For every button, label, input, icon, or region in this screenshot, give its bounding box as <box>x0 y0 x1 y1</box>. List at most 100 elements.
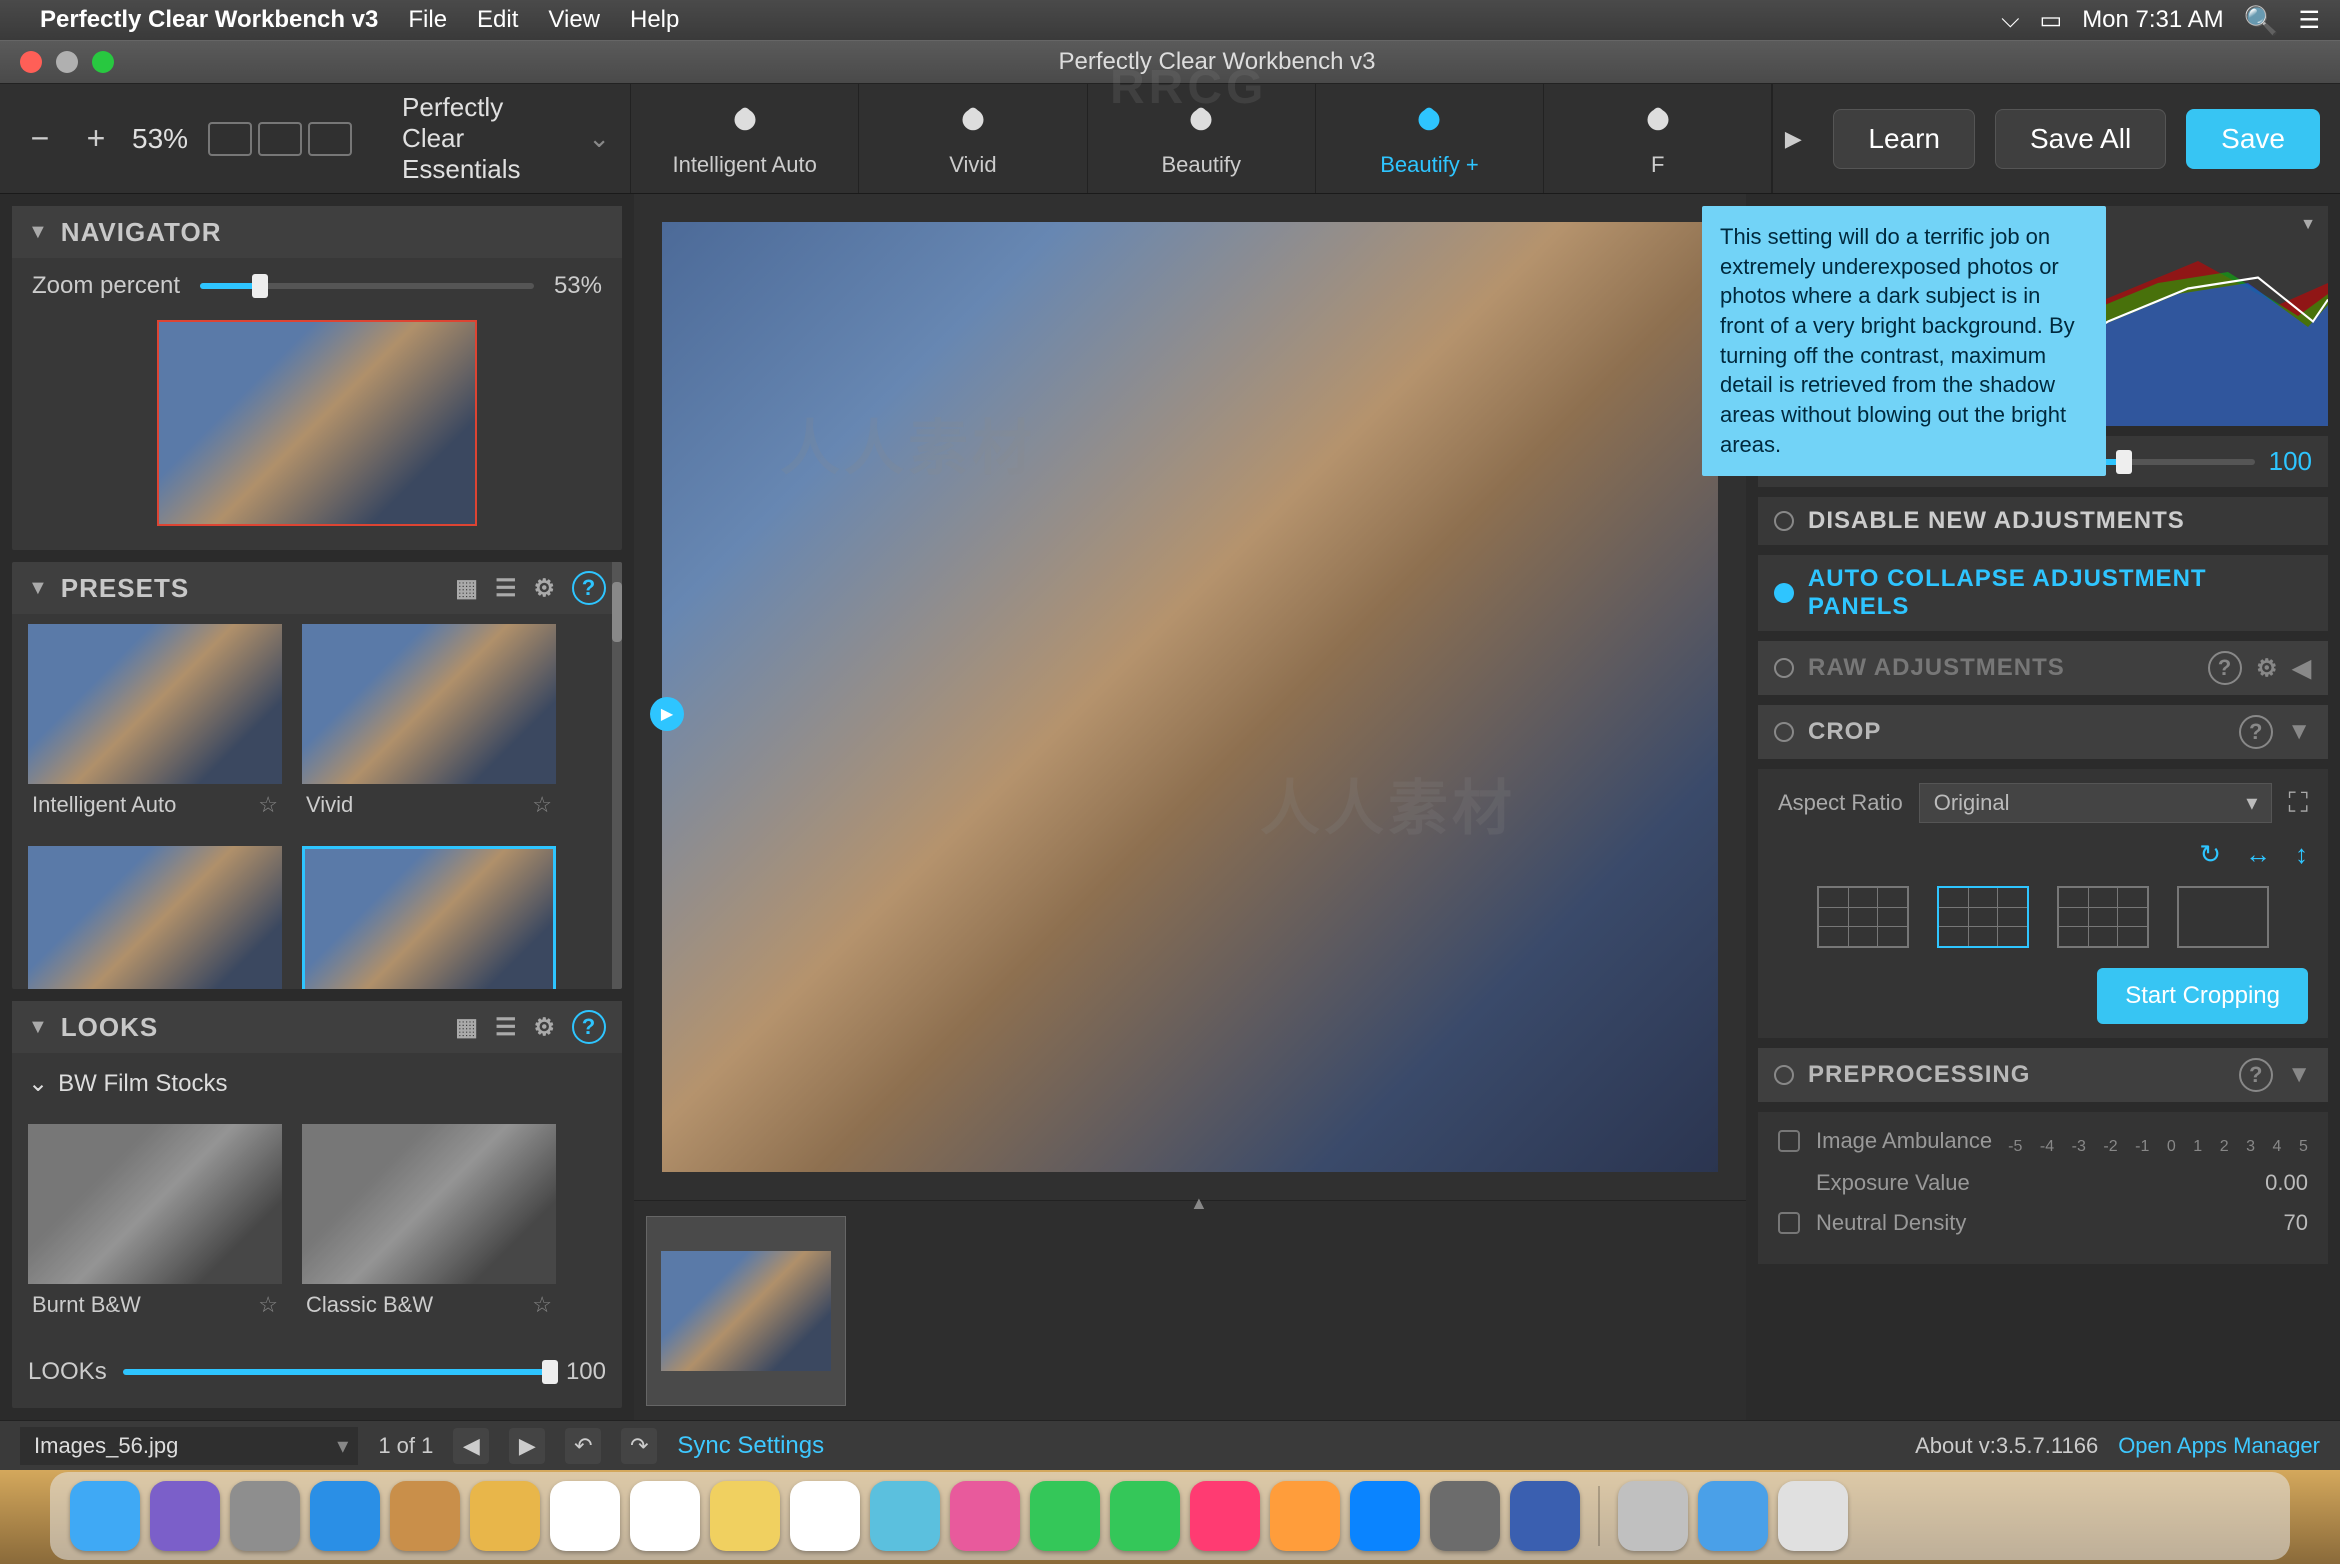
menubar-list-icon[interactable]: ☰ <box>2298 6 2320 35</box>
filmstrip-thumbnail[interactable] <box>646 1216 846 1406</box>
ribbon-preset-3[interactable]: Beautify + <box>1316 84 1544 193</box>
flip-horizontal-icon[interactable]: ↔ <box>2245 839 2271 870</box>
spotlight-icon[interactable]: 🔍 <box>2244 4 2279 37</box>
menu-edit[interactable]: Edit <box>477 6 518 34</box>
gear-icon[interactable]: ⚙ <box>533 574 556 603</box>
dock-app-16[interactable] <box>1350 1481 1420 1551</box>
zoom-slider[interactable] <box>200 283 534 289</box>
help-icon[interactable]: ? <box>572 571 606 605</box>
preset-card-3[interactable]: Beautify +☆ <box>302 846 556 989</box>
dock-app-7[interactable] <box>630 1481 700 1551</box>
dock-app-12[interactable] <box>1030 1481 1100 1551</box>
dock-app-17[interactable] <box>1430 1481 1500 1551</box>
list-view-icon[interactable]: ☰ <box>495 574 518 603</box>
dock-app-14[interactable] <box>1190 1481 1260 1551</box>
navigator-thumbnail[interactable] <box>157 320 477 526</box>
raw-adjustments-header[interactable]: RAW ADJUSTMENTS ?⚙◀ <box>1758 641 2328 695</box>
ribbon-preset-0[interactable]: Intelligent Auto <box>631 84 859 193</box>
grid-view-icon[interactable]: ▦ <box>455 574 479 603</box>
dock-app-8[interactable] <box>710 1481 780 1551</box>
zoom-window-button[interactable] <box>92 51 114 73</box>
close-window-button[interactable] <box>20 51 42 73</box>
dock-app-4[interactable] <box>390 1481 460 1551</box>
menu-help[interactable]: Help <box>630 6 679 34</box>
presets-scrollbar[interactable] <box>612 562 622 989</box>
help-icon[interactable]: ? <box>2239 715 2273 749</box>
dock-app-0[interactable] <box>70 1481 140 1551</box>
save-all-button[interactable]: Save All <box>1995 109 2166 169</box>
checkbox-icon[interactable] <box>1778 1130 1800 1152</box>
crop-frame-icon[interactable]: ⛶ <box>2288 787 2308 820</box>
histogram-collapse-icon[interactable]: ▼ <box>2300 216 2316 234</box>
prev-image-button[interactable]: ◀ <box>453 1428 489 1464</box>
dock-app-18[interactable] <box>1510 1481 1580 1551</box>
before-after-toggle-icon[interactable]: ▶ <box>650 697 684 731</box>
chevron-down-icon[interactable]: ▼ <box>2287 1061 2312 1089</box>
next-image-button[interactable]: ▶ <box>509 1428 545 1464</box>
favorite-star-icon[interactable]: ☆ <box>258 792 278 818</box>
start-cropping-button[interactable]: Start Cropping <box>2097 968 2308 1024</box>
learn-button[interactable]: Learn <box>1833 109 1975 169</box>
main-image-preview[interactable]: ▶ <box>662 222 1718 1172</box>
menu-view[interactable]: View <box>548 6 600 34</box>
menubar-airplay-icon[interactable]: ▭ <box>2040 6 2063 35</box>
zoom-in-button[interactable]: + <box>76 119 116 159</box>
preset-group-dropdown[interactable]: Perfectly Clear Essentials ⌄ <box>402 92 610 185</box>
ribbon-preset-2[interactable]: Beautify <box>1088 84 1316 193</box>
grid-view-icon[interactable]: ▦ <box>455 1013 479 1042</box>
look-card-0[interactable]: Burnt B&W☆ <box>28 1124 282 1326</box>
ribbon-preset-4[interactable]: F <box>1544 84 1772 193</box>
filmstrip-collapse-icon[interactable]: ▲ <box>1190 1193 1208 1214</box>
disable-adjustments-row[interactable]: DISABLE NEW ADJUSTMENTS <box>1758 497 2328 545</box>
menubar-clock[interactable]: Mon 7:31 AM <box>2082 6 2223 34</box>
dock-app-10[interactable] <box>870 1481 940 1551</box>
preset-card-1[interactable]: Vivid☆ <box>302 624 556 826</box>
auto-collapse-row[interactable]: AUTO COLLAPSE ADJUSTMENT PANELS <box>1758 555 2328 631</box>
presets-header[interactable]: ▼ PRESETS ▦ ☰ ⚙ ? <box>12 562 622 614</box>
crop-grid-option-2[interactable] <box>1937 886 2029 948</box>
menubar-cursor-icon[interactable]: ⌵ <box>2001 6 2019 34</box>
favorite-star-icon[interactable]: ☆ <box>532 792 552 818</box>
crop-header[interactable]: CROP ?▼ <box>1758 705 2328 759</box>
gear-icon[interactable]: ⚙ <box>2256 654 2279 683</box>
collapse-left-icon[interactable]: ◀ <box>2293 654 2312 683</box>
dock-app-9[interactable] <box>790 1481 860 1551</box>
help-icon[interactable]: ? <box>2208 651 2242 685</box>
looks-header[interactable]: ▼ LOOKS ▦ ☰ ⚙ ? <box>12 1001 622 1053</box>
menubar-appname[interactable]: Perfectly Clear Workbench v3 <box>40 6 378 34</box>
save-button[interactable]: Save <box>2186 109 2320 169</box>
crop-grid-option-3[interactable] <box>2057 886 2149 948</box>
redo-button[interactable]: ↷ <box>621 1428 657 1464</box>
help-icon[interactable]: ? <box>572 1010 606 1044</box>
dock-app-2[interactable] <box>230 1481 300 1551</box>
preprocessing-header[interactable]: PREPROCESSING ?▼ <box>1758 1048 2328 1102</box>
looks-category-row[interactable]: ⌄ BW Film Stocks <box>28 1063 606 1104</box>
navigator-header[interactable]: ▼ NAVIGATOR <box>12 206 622 258</box>
menu-file[interactable]: File <box>408 6 447 34</box>
preset-card-2[interactable]: Beautify☆ <box>28 846 282 989</box>
dock-app-19[interactable] <box>1618 1481 1688 1551</box>
dock-app-21[interactable] <box>1778 1481 1848 1551</box>
preset-card-0[interactable]: Intelligent Auto☆ <box>28 624 282 826</box>
view-dual-button[interactable] <box>308 122 352 156</box>
sync-settings-button[interactable]: Sync Settings <box>677 1432 824 1460</box>
looks-opacity-slider[interactable] <box>123 1369 550 1375</box>
favorite-star-icon[interactable]: ☆ <box>532 1292 552 1318</box>
open-apps-manager-button[interactable]: Open Apps Manager <box>2118 1433 2320 1459</box>
zoom-out-button[interactable]: − <box>20 119 60 159</box>
checkbox-icon[interactable] <box>1778 1212 1800 1234</box>
chevron-down-icon[interactable]: ▼ <box>2287 718 2312 746</box>
list-view-icon[interactable]: ☰ <box>495 1013 518 1042</box>
dock-app-13[interactable] <box>1110 1481 1180 1551</box>
dock-app-1[interactable] <box>150 1481 220 1551</box>
look-card-1[interactable]: Classic B&W☆ <box>302 1124 556 1326</box>
aspect-ratio-dropdown[interactable]: Original ▾ <box>1919 783 2273 823</box>
minimize-window-button[interactable] <box>56 51 78 73</box>
crop-grid-option-4[interactable] <box>2177 886 2269 948</box>
flip-vertical-icon[interactable]: ↕ <box>2295 839 2308 870</box>
view-split-button[interactable] <box>258 122 302 156</box>
dock-app-3[interactable] <box>310 1481 380 1551</box>
dock-app-5[interactable] <box>470 1481 540 1551</box>
ribbon-preset-1[interactable]: Vivid <box>859 84 1087 193</box>
dock-app-6[interactable] <box>550 1481 620 1551</box>
